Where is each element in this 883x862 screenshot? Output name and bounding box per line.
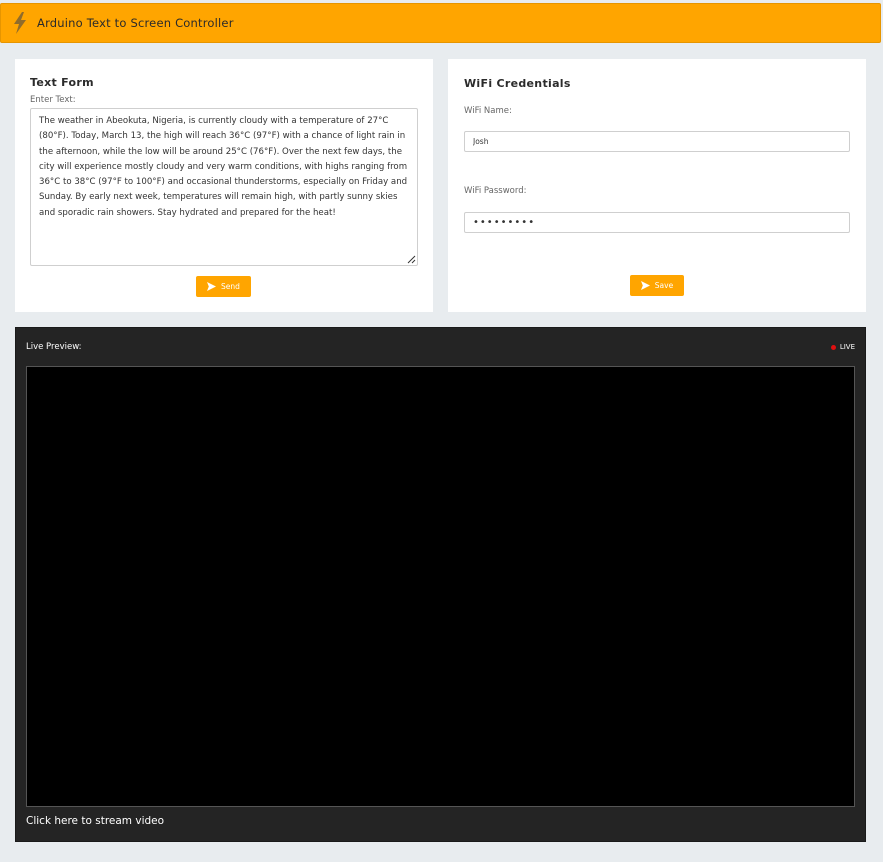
send-icon <box>207 282 217 291</box>
video-display[interactable] <box>26 366 855 807</box>
send-icon <box>640 281 650 290</box>
wifi-title: WiFi Credentials <box>464 77 571 90</box>
live-preview-label: Live Preview: <box>26 342 82 352</box>
stream-video-link[interactable]: Click here to stream video <box>26 815 164 827</box>
text-form-card: Text Form Enter Text: The weather in Abe… <box>15 59 433 312</box>
wifi-name-label: WiFi Name: <box>464 106 512 116</box>
wifi-credentials-card: WiFi Credentials WiFi Name: WiFi Passwor… <box>448 59 866 312</box>
wifi-password-label: WiFi Password: <box>464 186 527 196</box>
resize-grip-icon[interactable] <box>406 254 416 264</box>
save-button[interactable]: Save <box>630 275 684 296</box>
send-button[interactable]: Send <box>196 276 251 297</box>
app-title: Arduino Text to Screen Controller <box>37 16 234 30</box>
live-indicator: LIVE <box>830 343 855 351</box>
enter-text-label: Enter Text: <box>30 95 76 105</box>
live-label: LIVE <box>839 343 855 351</box>
live-preview-panel: Live Preview: LIVE Click here to stream … <box>15 327 866 842</box>
wifi-password-input[interactable] <box>464 212 850 233</box>
bolt-icon <box>14 12 26 34</box>
text-input[interactable]: The weather in Abeokuta, Nigeria, is cur… <box>30 108 418 266</box>
save-button-label: Save <box>654 281 674 290</box>
send-button-label: Send <box>221 282 240 291</box>
wifi-name-input[interactable] <box>464 131 850 152</box>
text-form-title: Text Form <box>30 76 94 89</box>
app-header: Arduino Text to Screen Controller <box>0 3 881 43</box>
live-dot-icon <box>830 344 836 350</box>
